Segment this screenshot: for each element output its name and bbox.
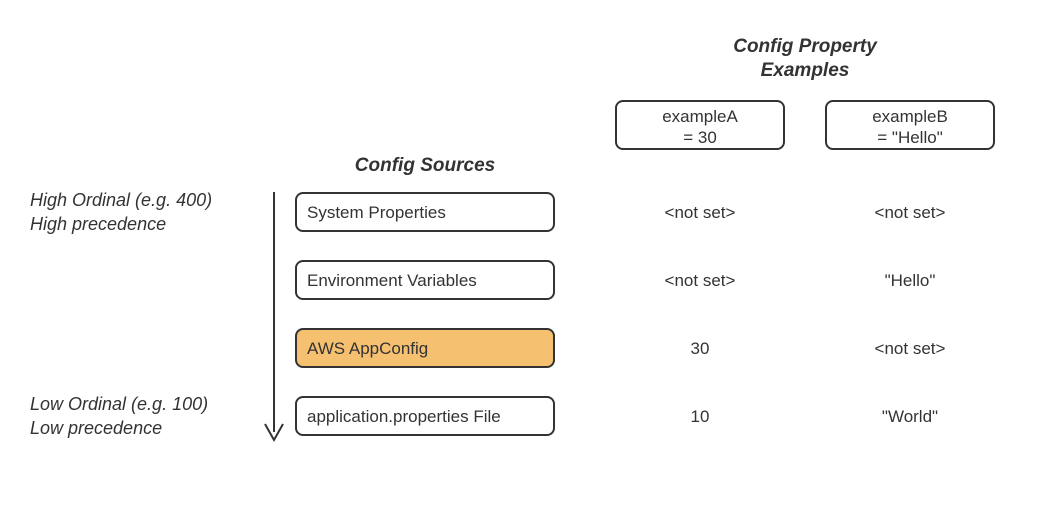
value-exampleB-system-properties: <not set> xyxy=(825,203,995,223)
source-label: application.properties File xyxy=(307,407,501,426)
low-ordinal-label: Low Ordinal (e.g. 100) Low precedence xyxy=(30,392,250,441)
property-exampleA-box: exampleA = 30 xyxy=(615,100,785,150)
value-exampleB-application-properties: "World" xyxy=(825,407,995,427)
property-exampleA-name: exampleA xyxy=(662,107,738,126)
property-exampleA-value: = 30 xyxy=(683,128,717,147)
high-ordinal-line1: High Ordinal (e.g. 400) xyxy=(30,190,212,210)
value-exampleA-aws-appconfig: 30 xyxy=(615,339,785,359)
high-ordinal-line2: High precedence xyxy=(30,214,166,234)
property-exampleB-name: exampleB xyxy=(872,107,948,126)
precedence-arrow-icon xyxy=(259,192,289,446)
low-ordinal-line2: Low precedence xyxy=(30,418,162,438)
high-ordinal-label: High Ordinal (e.g. 400) High precedence xyxy=(30,188,250,237)
value-exampleA-environment-variables: <not set> xyxy=(615,271,785,291)
source-aws-appconfig: AWS AppConfig xyxy=(295,328,555,368)
diagram-canvas: Config Property Examples Config Sources … xyxy=(0,0,1059,522)
heading-line-1: Config Property xyxy=(733,36,877,57)
value-exampleA-system-properties: <not set> xyxy=(615,203,785,223)
property-exampleB-value: = "Hello" xyxy=(877,128,942,147)
heading-line-2: Examples xyxy=(761,60,850,81)
property-exampleB-box: exampleB = "Hello" xyxy=(825,100,995,150)
config-sources-heading: Config Sources xyxy=(295,155,555,177)
source-application-properties-file: application.properties File xyxy=(295,396,555,436)
source-system-properties: System Properties xyxy=(295,192,555,232)
value-exampleA-application-properties: 10 xyxy=(615,407,785,427)
source-label: AWS AppConfig xyxy=(307,339,428,358)
source-environment-variables: Environment Variables xyxy=(295,260,555,300)
low-ordinal-line1: Low Ordinal (e.g. 100) xyxy=(30,394,208,414)
value-exampleB-aws-appconfig: <not set> xyxy=(825,339,995,359)
config-property-examples-heading: Config Property Examples xyxy=(615,35,995,83)
source-label: System Properties xyxy=(307,203,446,222)
source-label: Environment Variables xyxy=(307,271,477,290)
value-exampleB-environment-variables: "Hello" xyxy=(825,271,995,291)
